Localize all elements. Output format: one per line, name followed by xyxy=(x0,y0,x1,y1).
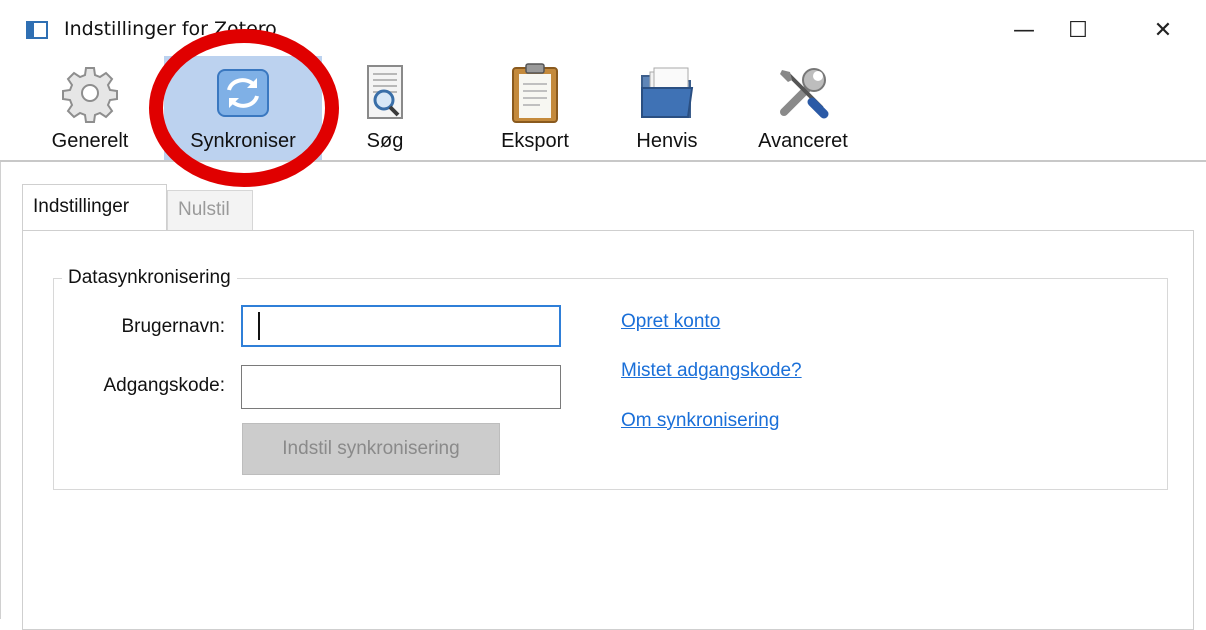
folder-icon xyxy=(641,67,694,118)
tools-icon xyxy=(780,68,829,119)
text-cursor xyxy=(258,312,260,340)
about-sync-link[interactable]: Om synkronisering xyxy=(621,408,779,434)
toolbar-label: Eksport xyxy=(501,130,569,152)
toolbar-label: Synkroniser xyxy=(190,130,296,152)
toolbar-item-henvis[interactable]: Henvis xyxy=(618,56,716,160)
password-input[interactable] xyxy=(241,365,561,409)
toolbar-label: Henvis xyxy=(636,130,698,152)
username-input[interactable] xyxy=(241,305,561,347)
search-document-icon xyxy=(367,65,403,119)
toolbar-item-sog[interactable]: Søg xyxy=(350,56,420,160)
maximize-button[interactable]: ☐ xyxy=(1055,12,1101,48)
groupbox-title: Datasynkronisering xyxy=(62,264,237,292)
close-button[interactable]: ✕ xyxy=(1140,12,1186,48)
title-bar: Indstillinger for Zotero — ☐ ✕ xyxy=(0,0,1206,62)
lost-password-link[interactable]: Mistet adgangskode? xyxy=(621,358,802,384)
app-icon xyxy=(26,21,48,39)
tab-nulstil[interactable]: Nulstil xyxy=(167,190,253,230)
clipboard-icon xyxy=(512,63,558,123)
toolbar-label: Generelt xyxy=(51,130,129,152)
password-label: Adgangskode: xyxy=(103,375,226,396)
toolbar-item-avanceret[interactable]: Avanceret xyxy=(744,56,862,160)
window-title: Indstillinger for Zotero xyxy=(64,18,277,40)
preferences-toolbar: Generelt Synkroniser Søg Eksport Henvis … xyxy=(0,56,1206,162)
setup-sync-button[interactable]: Indstil synkronisering xyxy=(242,423,500,475)
toolbar-label: Avanceret xyxy=(758,130,848,152)
toolbar-item-eksport[interactable]: Eksport xyxy=(480,56,590,160)
gear-icon xyxy=(62,67,118,123)
create-account-link[interactable]: Opret konto xyxy=(621,309,720,335)
tab-indstillinger[interactable]: Indstillinger xyxy=(22,184,167,230)
minimize-button[interactable]: — xyxy=(1001,12,1047,48)
toolbar-label: Søg xyxy=(366,130,404,152)
content-border xyxy=(0,162,1,619)
username-label: Brugernavn: xyxy=(121,316,225,337)
sync-icon xyxy=(217,69,269,117)
toolbar-item-generelt[interactable]: Generelt xyxy=(42,56,138,160)
toolbar-item-synkroniser[interactable]: Synkroniser xyxy=(164,56,322,160)
